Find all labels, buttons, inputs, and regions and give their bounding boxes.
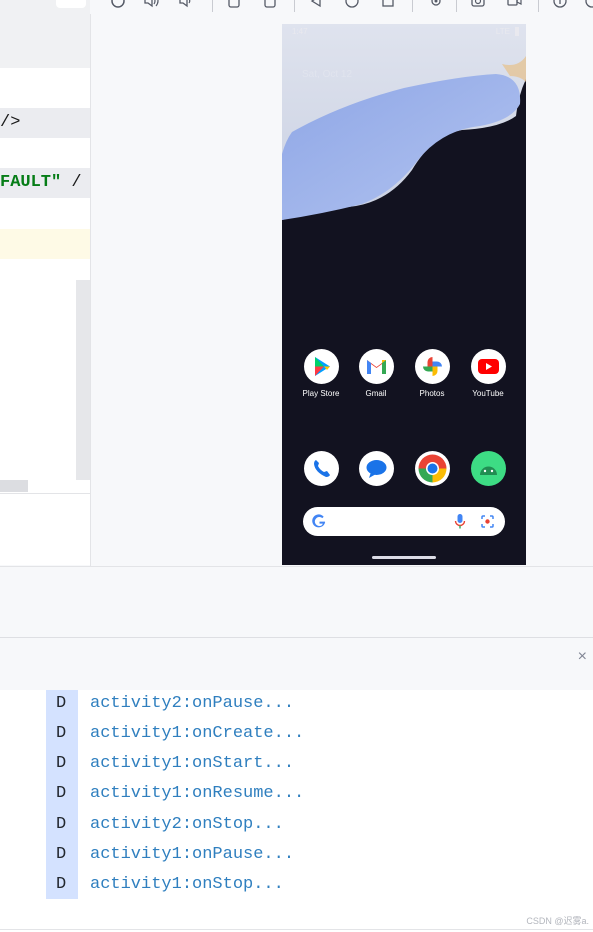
log-level: D [56, 875, 67, 894]
log-message: activity1:onPause... [90, 845, 295, 864]
status-bar: 1:47 LTE [282, 24, 526, 40]
log-message: activity1:onCreate... [90, 724, 305, 743]
bottom-divider [0, 929, 593, 930]
help-icon[interactable] [552, 0, 568, 9]
log-level: D [56, 754, 67, 773]
messages-icon [358, 451, 394, 486]
editor-tab[interactable] [56, 0, 86, 8]
toolbar-separator [538, 0, 539, 12]
home-icon[interactable] [344, 0, 360, 9]
log-level: D [56, 815, 67, 834]
overview-icon[interactable] [380, 0, 396, 9]
status-time: 1:47 [292, 27, 308, 36]
play-store-icon [303, 349, 339, 384]
editor-footer [0, 493, 90, 526]
toolbar-separator [212, 0, 213, 12]
battery-icon [515, 27, 519, 36]
toolbar-separator [412, 0, 413, 12]
log-row[interactable]: D activity1:onCreate... [0, 719, 593, 749]
app-photos[interactable]: Photos [405, 349, 459, 398]
watermark: CSDN @迟雾a. [526, 916, 589, 926]
app-messages[interactable] [349, 451, 403, 486]
android-icon [470, 451, 506, 486]
code-line[interactable]: /> [0, 108, 90, 138]
back-icon[interactable] [308, 0, 324, 9]
app-play-store[interactable]: Play Store [294, 349, 348, 398]
rotate-right-icon[interactable] [262, 0, 278, 9]
app-gmail[interactable]: Gmail [349, 349, 403, 398]
log-level: D [56, 845, 67, 864]
app-android[interactable] [461, 451, 515, 486]
status-network: LTE [495, 27, 510, 36]
app-youtube[interactable]: YouTube [461, 349, 515, 398]
app-label: Gmail [365, 389, 387, 398]
log-level: D [56, 694, 67, 713]
logcat-header [0, 637, 593, 691]
log-message: activity1:onStart... [90, 754, 295, 773]
log-row[interactable]: D activity2:onPause... [0, 689, 593, 719]
app-phone[interactable] [294, 451, 348, 486]
log-message: activity2:onStop... [90, 815, 284, 834]
device-screen[interactable]: 1:47 LTE Sat, Oct 12 Play Store Gmail Ph… [282, 24, 526, 565]
google-g-icon [312, 514, 326, 528]
gmail-icon [358, 349, 394, 384]
code-string: FAULT" [0, 173, 62, 192]
toolbar-separator [456, 0, 457, 12]
rotate-left-icon[interactable] [226, 0, 242, 9]
log-message: activity1:onStop... [90, 875, 284, 894]
tool-window-bar [0, 566, 593, 624]
log-level: D [56, 724, 67, 743]
app-label: YouTube [472, 389, 504, 398]
google-search-bar[interactable] [303, 507, 505, 536]
power-icon[interactable] [110, 0, 126, 9]
close-icon[interactable]: × [578, 648, 587, 666]
youtube-icon [470, 349, 506, 384]
home-date[interactable]: Sat, Oct 12 [302, 69, 352, 80]
screenrecord-icon[interactable] [506, 0, 522, 9]
log-row[interactable]: D activity1:onResume... [0, 779, 593, 809]
log-message: activity2:onPause... [90, 694, 295, 713]
app-chrome[interactable] [405, 451, 459, 486]
log-message: activity1:onResume... [90, 784, 305, 803]
log-row[interactable]: D activity2:onStop... [0, 810, 593, 840]
app-label: Play Store [302, 389, 340, 398]
volume-down-icon[interactable] [178, 0, 194, 9]
log-row[interactable]: D activity1:onStart... [0, 749, 593, 779]
screenshot-icon[interactable] [470, 0, 486, 9]
chrome-icon [414, 451, 450, 486]
app-label: Photos [419, 389, 445, 398]
photos-icon [414, 349, 450, 384]
log-level: D [56, 784, 67, 803]
phone-icon [303, 451, 339, 486]
code-text: /> [0, 113, 21, 132]
code-line[interactable]: FAULT" / [0, 168, 90, 198]
current-line-highlight [0, 229, 90, 259]
settings-icon[interactable] [428, 0, 444, 9]
toolbar-separator [294, 0, 295, 12]
lens-icon[interactable] [480, 514, 495, 529]
gesture-nav-handle[interactable] [372, 556, 436, 559]
more-icon[interactable] [584, 0, 593, 9]
mic-icon[interactable] [454, 513, 466, 530]
log-row[interactable]: D activity1:onStop... [0, 870, 593, 900]
editor-tab-bar [0, 0, 90, 68]
code-text: / [61, 173, 82, 192]
editor-vertical-scrollbar[interactable] [76, 280, 90, 480]
editor-horizontal-scrollbar[interactable] [0, 480, 28, 492]
log-row[interactable]: D activity1:onPause... [0, 840, 593, 870]
volume-up-icon[interactable] [143, 0, 159, 9]
